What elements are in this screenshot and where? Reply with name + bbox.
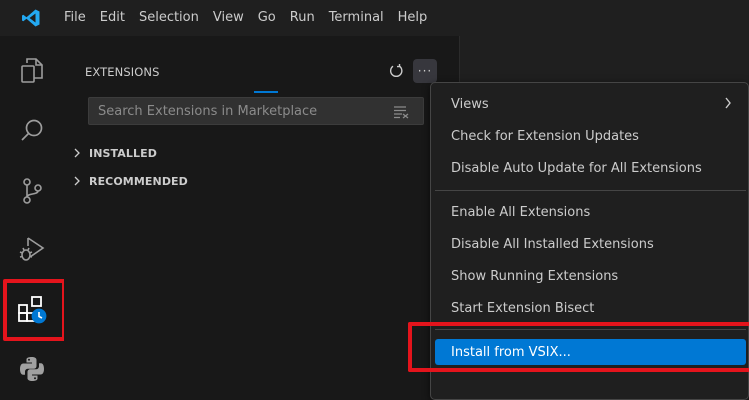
refresh-icon[interactable] (384, 59, 408, 83)
extensions-icon[interactable] (0, 281, 64, 339)
menu-item-enable-all[interactable]: Enable All Extensions (435, 199, 746, 225)
explorer-icon[interactable] (0, 42, 64, 100)
search-input[interactable] (89, 98, 389, 124)
menu-file[interactable]: File (57, 0, 93, 36)
menu-item-show-running[interactable]: Show Running Extensions (435, 263, 746, 289)
section-label: RECOMMENDED (89, 174, 188, 188)
search-icon[interactable] (0, 102, 64, 160)
menu-go[interactable]: Go (251, 0, 283, 36)
menu-item-install-from-vsix[interactable]: Install from VSIX... (435, 339, 746, 365)
run-debug-icon[interactable] (0, 220, 64, 278)
menu-help[interactable]: Help (391, 0, 435, 36)
chevron-right-icon (73, 148, 83, 158)
menu-selection[interactable]: Selection (132, 0, 206, 36)
filter-icon[interactable] (393, 104, 409, 123)
menu-separator (435, 329, 746, 330)
source-control-icon[interactable] (0, 162, 64, 220)
sidebar-title: EXTENSIONS (85, 65, 160, 79)
chevron-right-icon (724, 96, 732, 114)
menu-item-disable-all-installed[interactable]: Disable All Installed Extensions (435, 231, 746, 257)
python-icon[interactable] (0, 340, 64, 398)
menu-run[interactable]: Run (283, 0, 322, 36)
menu-item-views[interactable]: Views (435, 91, 746, 117)
menu-view[interactable]: View (206, 0, 251, 36)
menu-separator (435, 190, 746, 191)
sidebar-header: EXTENSIONS ··· (64, 36, 459, 83)
section-label: INSTALLED (89, 146, 157, 160)
section-recommended[interactable]: RECOMMENDED (64, 170, 459, 192)
search-box[interactable] (88, 97, 424, 125)
menu-item-start-bisect[interactable]: Start Extension Bisect (435, 295, 746, 321)
menu-terminal[interactable]: Terminal (322, 0, 391, 36)
vscode-logo-icon[interactable] (0, 0, 62, 36)
more-actions-button[interactable]: ··· (413, 59, 437, 83)
menu-item-label: Views (451, 96, 489, 112)
menu-edit[interactable]: Edit (93, 0, 132, 36)
menu-bar: File Edit Selection View Go Run Terminal… (57, 0, 434, 36)
menu-item-check-updates[interactable]: Check for Extension Updates (435, 123, 746, 149)
active-title-indicator (254, 91, 278, 93)
extensions-sidebar: EXTENSIONS ··· INSTALLED RECOMMENDED (64, 36, 459, 400)
activity-bar (0, 36, 66, 400)
chevron-right-icon (73, 176, 83, 186)
more-actions-menu: Views Check for Extension Updates Disabl… (430, 82, 749, 400)
menu-item-disable-auto-update[interactable]: Disable Auto Update for All Extensions (435, 155, 746, 181)
section-installed[interactable]: INSTALLED (64, 142, 459, 164)
title-bar: File Edit Selection View Go Run Terminal… (0, 0, 749, 36)
